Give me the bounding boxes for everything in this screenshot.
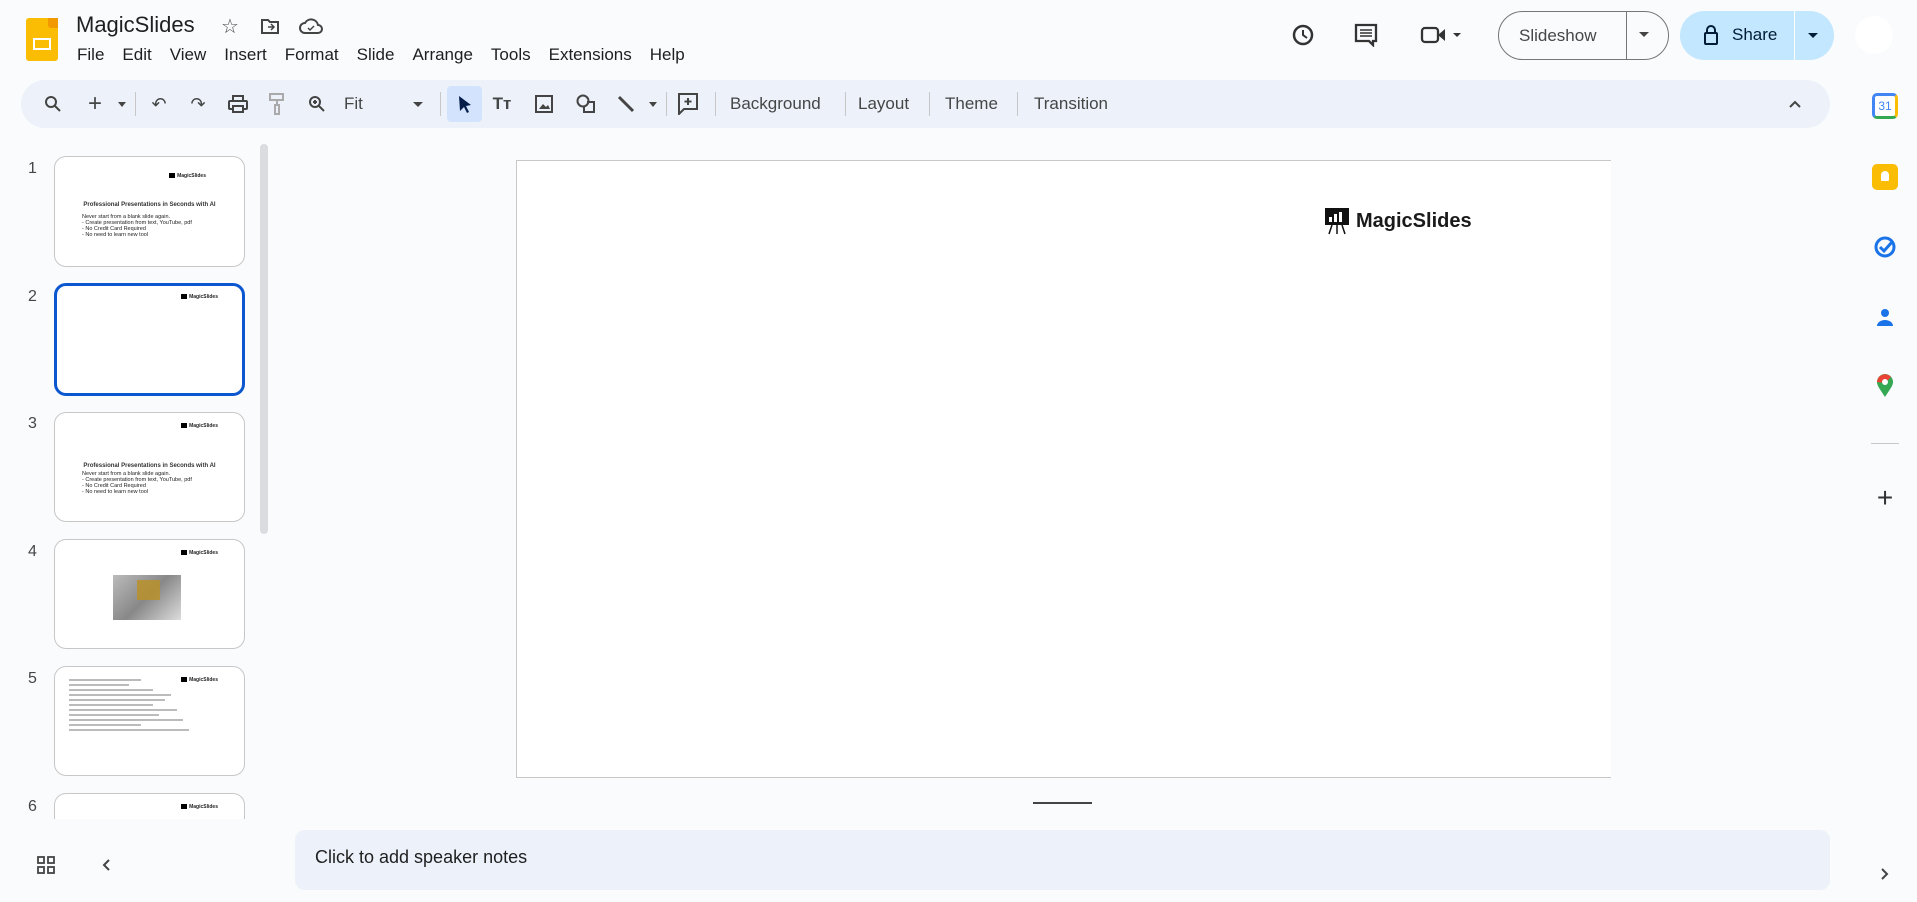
slideshow-options-dropdown[interactable] <box>1639 32 1649 37</box>
cloud-saved-icon[interactable] <box>298 14 324 38</box>
slideshow-button-group: Slideshow <box>1498 11 1669 60</box>
get-addons-plus-icon[interactable]: + <box>1872 482 1898 513</box>
text-box-icon[interactable]: Tт <box>490 92 514 116</box>
slide-thumbnail-3[interactable]: MagicSlides Professional Presentations i… <box>54 412 245 522</box>
new-slide-dropdown[interactable] <box>118 102 126 107</box>
presentation-board-icon <box>1325 208 1349 235</box>
magicslides-logo: MagicSlides <box>1324 207 1472 235</box>
menu-view[interactable]: View <box>170 45 207 65</box>
slide-thumbnail-6[interactable]: MagicSlides <box>54 793 245 819</box>
keep-icon[interactable] <box>1872 164 1898 190</box>
filmstrip-scrollbar[interactable] <box>260 144 268 534</box>
thumb-logo: MagicSlides <box>181 804 218 810</box>
notes-resize-handle[interactable] <box>1033 802 1092 804</box>
line-icon[interactable] <box>614 92 638 116</box>
slide-number: 1 <box>28 160 37 177</box>
hide-side-panel-icon[interactable] <box>1872 861 1898 887</box>
menu-file[interactable]: File <box>77 45 104 65</box>
layout-button[interactable]: Layout <box>858 94 909 114</box>
menu-edit[interactable]: Edit <box>122 45 151 65</box>
slide-number: 3 <box>28 415 37 432</box>
print-icon[interactable] <box>226 92 250 116</box>
move-folder-icon[interactable] <box>258 14 282 38</box>
thumb-logo: MagicSlides <box>181 294 218 300</box>
star-icon[interactable]: ☆ <box>218 14 242 38</box>
menu-insert[interactable]: Insert <box>224 45 267 65</box>
maps-icon[interactable] <box>1872 373 1898 399</box>
thumb-logo: MagicSlides <box>181 550 218 556</box>
search-menus-icon[interactable] <box>41 92 65 116</box>
insert-image-icon[interactable] <box>532 92 556 116</box>
slide-thumbnail-4[interactable]: MagicSlides <box>54 539 245 649</box>
add-comment-icon[interactable] <box>676 92 700 116</box>
grid-view-icon[interactable] <box>34 853 58 877</box>
slide-thumbnail-1[interactable]: MagicSlides Professional Presentations i… <box>54 156 245 267</box>
undo-icon[interactable]: ↶ <box>147 92 171 116</box>
toolbar: + ↶ ↷ Fit Tт Background Layout Theme Tra… <box>21 80 1830 128</box>
slide-number: 4 <box>28 543 37 560</box>
thumb-title: Professional Presentations in Seconds wi… <box>83 202 216 208</box>
comments-icon[interactable] <box>1352 21 1380 49</box>
slide-number: 5 <box>28 670 37 687</box>
slide-thumbnail-2-selected[interactable]: MagicSlides <box>54 283 245 396</box>
menu-extensions[interactable]: Extensions <box>549 45 632 65</box>
menu-bar: File Edit View Insert Format Slide Arran… <box>77 45 703 65</box>
slideshow-button[interactable]: Slideshow <box>1519 26 1597 46</box>
speaker-notes-placeholder: Click to add speaker notes <box>315 847 528 867</box>
background-button[interactable]: Background <box>730 94 821 114</box>
redo-icon[interactable]: ↷ <box>186 92 210 116</box>
menu-help[interactable]: Help <box>650 45 685 65</box>
zoom-dropdown[interactable] <box>413 102 423 107</box>
menu-arrange[interactable]: Arrange <box>412 45 472 65</box>
contacts-icon[interactable] <box>1872 304 1898 330</box>
share-button-group: Share <box>1680 11 1834 60</box>
new-slide-icon[interactable]: + <box>83 90 107 117</box>
thumb-text-lines <box>69 679 189 731</box>
shape-icon[interactable] <box>574 92 598 116</box>
share-button[interactable]: Share <box>1732 25 1777 45</box>
speaker-notes[interactable]: Click to add speaker notes <box>295 830 1830 890</box>
thumb-title: Professional Presentations in Seconds wi… <box>83 463 216 469</box>
calendar-icon[interactable]: 31 <box>1872 93 1898 119</box>
slide-thumbnail-5[interactable]: MagicSlides <box>54 666 245 776</box>
zoom-select[interactable]: Fit <box>344 94 363 114</box>
collapse-toolbar-icon[interactable] <box>1783 92 1807 116</box>
theme-button[interactable]: Theme <box>945 94 998 114</box>
transition-button[interactable]: Transition <box>1034 94 1108 114</box>
document-title[interactable]: MagicSlides <box>76 12 195 38</box>
slide-canvas[interactable]: MagicSlides <box>516 160 1611 778</box>
logo-text: MagicSlides <box>1356 209 1472 232</box>
deer-image <box>113 575 181 620</box>
line-dropdown[interactable] <box>649 102 657 107</box>
zoom-icon[interactable] <box>305 92 329 116</box>
side-panel-divider <box>1871 443 1899 444</box>
menu-tools[interactable]: Tools <box>491 45 531 65</box>
tasks-icon[interactable] <box>1872 234 1898 260</box>
share-options-dropdown[interactable] <box>1808 33 1818 38</box>
thumb-logo: MagicSlides <box>169 173 206 179</box>
account-avatar[interactable] <box>1855 16 1893 54</box>
slides-logo-icon[interactable] <box>26 18 58 61</box>
slide-number: 2 <box>28 288 37 305</box>
thumb-logo: MagicSlides <box>181 677 218 683</box>
thumb-line: - No need to learn new tool <box>82 232 149 238</box>
thumb-line: - No need to learn new tool <box>82 489 149 495</box>
thumb-logo: MagicSlides <box>181 423 218 429</box>
select-tool-button[interactable] <box>447 86 482 122</box>
menu-format[interactable]: Format <box>285 45 339 65</box>
meet-video-icon[interactable] <box>1418 21 1468 49</box>
paint-format-icon[interactable] <box>265 92 289 116</box>
lock-icon <box>1702 23 1720 47</box>
menu-slide[interactable]: Slide <box>357 45 395 65</box>
version-history-icon[interactable] <box>1289 21 1317 49</box>
collapse-filmstrip-icon[interactable] <box>94 853 118 877</box>
